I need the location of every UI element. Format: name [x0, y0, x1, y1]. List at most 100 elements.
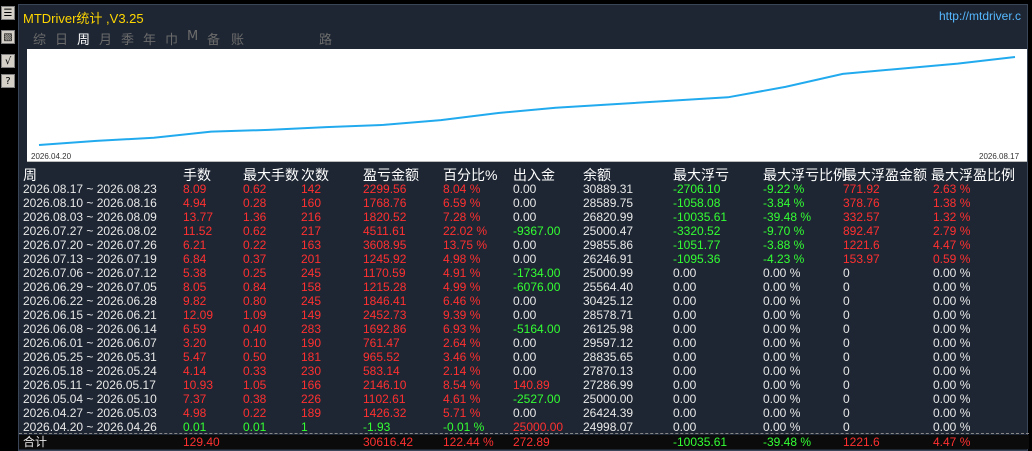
- cell-count: 190: [301, 336, 322, 350]
- cell-io: 0.00: [513, 308, 537, 322]
- cell-mflp: 0.00 %: [763, 294, 801, 308]
- table-row: 2026.06.08 ~ 2026.06.14 6.59 0.40 283 1692.8…: [19, 322, 1029, 336]
- cell-mfp: 153.97: [843, 252, 880, 266]
- table-row: 2026.06.22 ~ 2026.06.28 9.82 0.80 245 1846.4…: [19, 294, 1029, 308]
- cell-mfl: 0.00: [673, 364, 697, 378]
- cell-mfl: -1051.77: [673, 238, 721, 252]
- cell-count: 1: [301, 420, 308, 434]
- cell-lots: 4.94: [183, 196, 207, 210]
- cell-week: 2026.04.27 ~ 2026.05.03: [23, 406, 157, 420]
- grid-icon[interactable]: ▧: [1, 30, 15, 44]
- checkmark-icon[interactable]: √: [1, 54, 15, 68]
- cell-week: 2026.08.03 ~ 2026.08.09: [23, 210, 157, 224]
- cell-mflp: 0.00 %: [763, 420, 801, 434]
- tab-summary[interactable]: 综: [33, 29, 46, 48]
- cell-pl: 1692.86: [363, 322, 407, 336]
- tab-magic[interactable]: M: [187, 29, 198, 44]
- cell-pl: 4511.61: [363, 224, 406, 238]
- cell-mfp: 0: [843, 280, 850, 294]
- cell-week: 2026.06.29 ~ 2026.07.05: [23, 280, 157, 294]
- help-icon[interactable]: ?: [1, 74, 15, 88]
- cell-week: 2026.06.15 ~ 2026.06.21: [23, 308, 157, 322]
- cell-mfl: 0.00: [673, 308, 697, 322]
- cell-lots: 6.59: [183, 322, 207, 336]
- cell-mflp: -9.70 %: [763, 224, 805, 238]
- cell-pl: 1215.28: [363, 280, 407, 294]
- cell-io: 0.00: [513, 210, 537, 224]
- equity-chart-svg: 2026.04.20 2026.08.17: [31, 56, 1020, 161]
- tab-quarter[interactable]: 季: [121, 29, 134, 48]
- chart-start-label: 2026.04.20: [31, 152, 72, 161]
- cell-mfp: 892.47: [843, 224, 880, 238]
- tab-year[interactable]: 年: [143, 29, 156, 48]
- cell-lots: 0.01: [183, 420, 207, 434]
- cell-mfpp: 0.00 %: [933, 406, 971, 420]
- cell-pct: -0.01 %: [443, 420, 485, 434]
- cell-pl: 1820.52: [363, 210, 407, 224]
- total-label: 合计: [23, 435, 48, 449]
- cell-mfpp: 0.00 %: [933, 266, 971, 280]
- cell-count: 189: [301, 406, 322, 420]
- table-row: 2026.08.10 ~ 2026.08.16 4.94 0.28 160 1768.7…: [19, 196, 1029, 210]
- cell-pct: 6.93 %: [443, 322, 481, 336]
- cell-pct: 8.04 %: [443, 182, 481, 196]
- cell-bal: 25000.00: [583, 392, 634, 406]
- cell-mfl: -1095.36: [673, 252, 721, 266]
- tab-week[interactable]: 周: [77, 29, 90, 48]
- cell-mfpp: 0.00 %: [933, 336, 971, 350]
- cell-count: 230: [301, 364, 322, 378]
- cell-mflp: -4.23 %: [763, 252, 805, 266]
- cell-io: -1734.00: [513, 266, 561, 280]
- cell-mfpp: 0.00 %: [933, 378, 971, 392]
- cell-io: 0.00: [513, 336, 537, 350]
- cell-bal: 26820.99: [583, 210, 634, 224]
- cell-mfp: 0: [843, 420, 850, 434]
- cell-mfl: -2706.10: [673, 182, 721, 196]
- cell-count: 283: [301, 322, 322, 336]
- cell-mfl: 0.00: [673, 266, 697, 280]
- cell-bal: 24998.07: [583, 420, 634, 434]
- cell-mfpp: 0.00 %: [933, 294, 971, 308]
- cell-bal: 30889.31: [583, 182, 634, 196]
- cell-mflp: 0.00 %: [763, 378, 801, 392]
- website-link[interactable]: http://mtdriver.c: [939, 9, 1021, 23]
- cell-mfpp: 0.00 %: [933, 420, 971, 434]
- cell-io: -6076.00: [513, 280, 561, 294]
- cell-maxlots: 0.80: [243, 294, 267, 308]
- total-row: 合计 129.40 30616.42 122.44 % 272.89 -1003…: [19, 435, 1029, 449]
- cell-bal: 28578.71: [583, 308, 634, 322]
- menu-icon[interactable]: ☰: [1, 6, 15, 20]
- table-row: 2026.06.15 ~ 2026.06.21 12.09 1.09 149 2452.…: [19, 308, 1029, 322]
- cell-mfp: 0: [843, 392, 850, 406]
- cell-pl: 583.14: [363, 364, 400, 378]
- tab-symbol[interactable]: 巾: [165, 29, 178, 48]
- cell-count: 142: [301, 182, 322, 196]
- cell-mflp: 0.00 %: [763, 308, 801, 322]
- table-row: 2026.07.13 ~ 2026.07.19 6.84 0.37 201 1245.9…: [19, 252, 1029, 266]
- equity-line: [38, 56, 1016, 146]
- cell-mfpp: 0.00 %: [933, 364, 971, 378]
- cell-pct: 4.91 %: [443, 266, 481, 280]
- cell-mfpp: 0.00 %: [933, 322, 971, 336]
- table-row: 2026.07.06 ~ 2026.07.12 5.38 0.25 245 1170.5…: [19, 266, 1029, 280]
- tab-day[interactable]: 日: [55, 29, 68, 48]
- col-header-max-float-loss-pct: 最大浮亏比例: [763, 167, 847, 183]
- cell-mflp: -3.84 %: [763, 196, 805, 210]
- cell-io: 0.00: [513, 196, 537, 210]
- cell-bal: 30425.12: [583, 294, 634, 308]
- table-row: 2026.08.03 ~ 2026.08.09 13.77 1.36 216 1820.…: [19, 210, 1029, 224]
- tab-month[interactable]: 月: [99, 29, 112, 48]
- cell-maxlots: 0.38: [243, 392, 267, 406]
- tab-comment[interactable]: 备: [207, 29, 220, 48]
- cell-pl: -1.93: [363, 420, 391, 434]
- cell-pct: 6.59 %: [443, 196, 481, 210]
- cell-week: 2026.05.25 ~ 2026.05.31: [23, 350, 157, 364]
- cell-week: 2026.06.01 ~ 2026.06.07: [23, 336, 157, 350]
- cell-maxlots: 0.37: [243, 252, 267, 266]
- cell-mflp: 0.00 %: [763, 350, 801, 364]
- cell-pct: 9.39 %: [443, 308, 481, 322]
- cell-mfp: 1221.6: [843, 238, 880, 252]
- cell-count: 245: [301, 294, 322, 308]
- cell-mfl: 0.00: [673, 406, 697, 420]
- cell-io: -2527.00: [513, 392, 561, 406]
